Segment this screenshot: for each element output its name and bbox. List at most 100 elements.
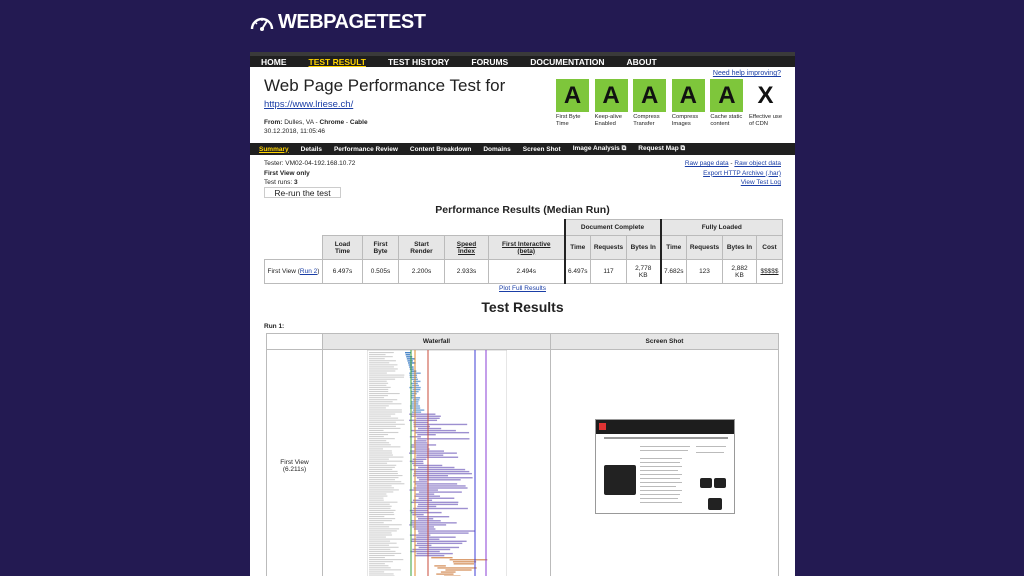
waterfall-request-bar <box>417 518 433 520</box>
grade-compress-images[interactable]: A Compress Images <box>671 79 710 128</box>
nav-forums[interactable]: FORUMS <box>471 57 508 67</box>
waterfall-label <box>368 431 398 434</box>
waterfall-label <box>368 509 396 511</box>
col-load-time: Load Time <box>322 235 363 260</box>
col-first-interactive[interactable]: First Interactive (beta) <box>488 235 565 260</box>
webpagetest-logo[interactable]: WEBPAGETEST <box>250 10 426 34</box>
waterfall-label <box>368 411 402 413</box>
grade-cache-static[interactable]: A Cache static content <box>710 79 748 128</box>
raw-data-links: Raw page data - Raw object data Export H… <box>685 159 781 188</box>
page-title: Web Page Performance Test for <box>264 76 506 95</box>
page-screenshot <box>594 418 735 514</box>
screenshot-thumbnail[interactable] <box>550 349 779 576</box>
col-full-bytes: Bytes In <box>722 235 757 260</box>
nav-about[interactable]: ABOUT <box>627 57 657 67</box>
waterfall-request-bar <box>414 483 457 485</box>
waterfall-request-bar <box>418 479 461 481</box>
raw-page-data-link[interactable]: Raw page data <box>685 160 729 167</box>
waterfall-image <box>366 349 507 576</box>
waterfall-label <box>368 401 393 403</box>
grade-compress-transfer[interactable]: A Compress Transfer <box>633 79 671 128</box>
waterfall-request-bar <box>416 438 469 440</box>
tested-url-link[interactable]: https://www.lriese.ch/ <box>264 99 353 110</box>
waterfall-request-bar <box>417 503 458 506</box>
cell-cost[interactable]: $$$$$ <box>756 259 783 284</box>
grade-letter: A <box>671 79 705 112</box>
waterfall-label <box>368 413 395 415</box>
waterfall-request-bar <box>409 509 428 512</box>
waterfall-request-bar <box>415 552 453 555</box>
nav-test-result[interactable]: TEST RESULT <box>309 57 366 67</box>
waterfall-label <box>368 388 388 390</box>
grade-label: First Byte Time <box>556 114 581 127</box>
grade-label: Compress Transfer <box>633 114 660 127</box>
waterfall-request-bar <box>416 542 462 545</box>
view-test-log-link[interactable]: View Test Log <box>741 179 781 186</box>
waterfall-request-bar <box>409 446 429 448</box>
tab-image-analysis[interactable]: Image Analysis ⧉ <box>573 145 627 153</box>
waterfall-label <box>368 460 402 462</box>
cell-load-time: 6.497s <box>322 259 363 284</box>
waterfall-request-bar <box>408 413 435 415</box>
table-spacer <box>264 235 323 260</box>
waterfall-label <box>368 520 392 522</box>
connection-text: Cable <box>349 119 368 126</box>
grade-keep-alive[interactable]: A Keep-alive Enabled <box>594 79 633 128</box>
waterfall-request-bar <box>416 434 436 436</box>
tab-content-breakdown[interactable]: Content Breakdown <box>410 146 471 153</box>
text-line <box>639 497 678 499</box>
nav-documentation[interactable]: DOCUMENTATION <box>530 57 604 67</box>
waterfall-label <box>368 409 402 411</box>
waterfall-label <box>368 516 384 518</box>
waterfall-request-bar <box>413 440 427 442</box>
waterfall-label <box>368 567 391 569</box>
grade-first-byte[interactable]: A First Byte Time <box>556 79 594 128</box>
waterfall-label <box>368 499 384 501</box>
waterfall-label <box>368 417 398 419</box>
waterfall-request-bar <box>418 497 454 499</box>
text-line <box>639 485 676 487</box>
tab-request-map[interactable]: Request Map ⧉ <box>638 145 685 153</box>
text-line <box>639 457 682 459</box>
run-2-link[interactable]: Run 2 <box>300 268 317 275</box>
rerun-test-button[interactable]: Re-run the test <box>264 187 341 198</box>
waterfall-label <box>368 563 385 565</box>
waterfall-request-bar <box>417 427 441 430</box>
col-speed-index[interactable]: Speed Index <box>444 235 489 260</box>
waterfall-request-bar <box>414 544 431 547</box>
cell-full-requests: 123 <box>686 259 723 284</box>
waterfall-request-bar <box>440 571 456 573</box>
waterfall-request-bar <box>404 352 411 354</box>
tab-summary[interactable]: Summary <box>259 146 289 153</box>
nav-home[interactable]: HOME <box>261 57 287 67</box>
waterfall-label <box>368 368 398 370</box>
cell-doc-bytes: 2,778 KB <box>626 259 661 284</box>
waterfall-label <box>368 483 404 485</box>
plot-full-results-link[interactable]: Plot Full Results <box>250 285 795 292</box>
nav-test-history[interactable]: TEST HISTORY <box>388 57 449 67</box>
waterfall-request-bar <box>412 475 448 477</box>
help-improving-link[interactable]: Need help improving? <box>713 70 781 77</box>
export-har-link[interactable]: Export HTTP Archive (.har) <box>703 170 781 177</box>
grade-cdn[interactable]: X Effective use of CDN <box>748 79 787 128</box>
waterfall-request-bar <box>413 470 469 473</box>
waterfall-label <box>368 468 392 470</box>
waterfall-request-bar <box>411 462 424 465</box>
tab-label: Image Analysis <box>572 145 620 152</box>
tab-domains[interactable]: Domains <box>483 146 510 153</box>
raw-object-data-link[interactable]: Raw object data <box>734 160 781 167</box>
waterfall-label <box>368 444 391 446</box>
text-line <box>639 461 680 463</box>
waterfall-label <box>368 438 395 440</box>
tab-details[interactable]: Details <box>301 146 322 153</box>
waterfall-label <box>368 565 388 567</box>
waterfall-request-bar <box>411 411 421 413</box>
waterfall-request-bar <box>405 354 410 356</box>
tab-screen-shot[interactable]: Screen Shot <box>523 146 561 153</box>
waterfall-thumbnail[interactable] <box>322 349 551 576</box>
view-mode: First View only <box>264 169 310 177</box>
waterfall-request-bar <box>408 452 457 454</box>
waterfall-request-bar <box>412 499 432 501</box>
waterfall-request-bar <box>413 528 435 530</box>
tab-performance-review[interactable]: Performance Review <box>334 146 398 153</box>
